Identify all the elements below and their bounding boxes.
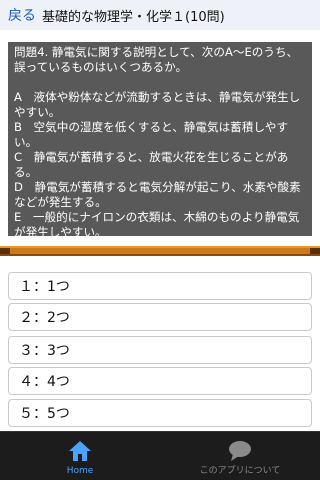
statement-c: C 静電気が蓄積すると、放電火花を生じることがある。 xyxy=(14,150,289,179)
divider-right-knob xyxy=(310,248,320,254)
tab-about[interactable]: このアプリについて xyxy=(160,432,320,480)
page-title: 基礎的な物理学・化学１(10問) xyxy=(42,9,225,25)
tab-home[interactable]: Home xyxy=(0,432,160,480)
chat-bubble-icon xyxy=(229,441,251,461)
tab-about-label: このアプリについて xyxy=(199,466,281,476)
choice-5-button[interactable]: ５：5つ xyxy=(8,399,312,427)
statement-a: A 液体や粉体などが流動するときは、静電気が発生しやすい。 xyxy=(14,90,301,119)
statement-d: D 静電気が蓄積すると電気分解が起こり、水素や酸素などが発生する。 xyxy=(14,180,301,209)
choice-1-button[interactable]: １：1つ xyxy=(8,272,312,300)
statement-e: E 一般的にナイロンの衣類は、木綿のものより静電気が発生しやすい。 xyxy=(14,210,300,236)
tab-home-label: Home xyxy=(66,466,94,476)
tab-bar: Home このアプリについて xyxy=(0,431,320,480)
divider-left-knob xyxy=(0,248,10,254)
choice-3-button[interactable]: ３：3つ xyxy=(8,336,312,364)
home-icon xyxy=(69,441,91,461)
back-button[interactable]: 戻る xyxy=(0,5,42,25)
question-intro: 問題4. 静電気に関する説明として、次のA～Eのうち、誤っているものはいくつある… xyxy=(14,45,299,74)
choice-2-button[interactable]: ２：2つ xyxy=(8,303,312,331)
question-text-box: 問題4. 静電気に関する説明として、次のA～Eのうち、誤っているものはいくつある… xyxy=(8,42,312,236)
statement-b: B 空気中の湿度を低くすると、静電気は蓄積しやすい。 xyxy=(14,120,289,149)
nav-header: 戻る 基礎的な物理学・化学１(10問) xyxy=(0,0,320,30)
answer-choices: １：1つ ２：2つ ３：3つ ４：4つ ５：5つ xyxy=(0,258,320,430)
question-panel: 問題4. 静電気に関する説明として、次のA～Eのうち、誤っているものはいくつある… xyxy=(0,30,320,246)
choice-4-button[interactable]: ４：4つ xyxy=(8,367,312,395)
resize-divider[interactable] xyxy=(0,246,320,256)
